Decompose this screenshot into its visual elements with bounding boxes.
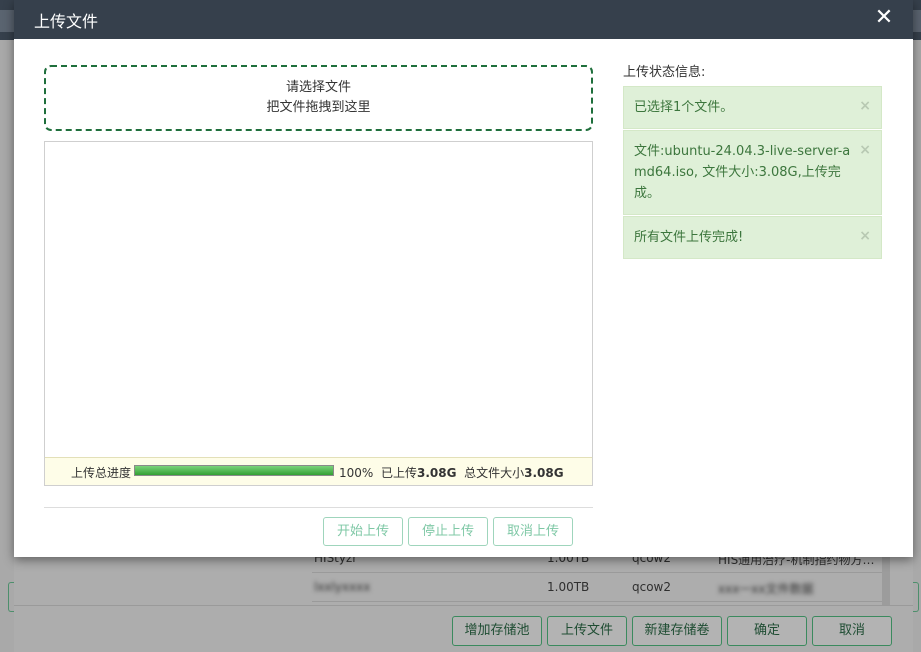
progress-percent: 100% [339,466,374,480]
progress-bar-fill [135,466,333,475]
status-message: 已选择1个文件。 × [623,86,882,129]
stop-upload-button[interactable]: 停止上传 [408,517,488,546]
background-right-tab [913,10,921,32]
status-text: 已选择1个文件。 [634,100,734,115]
total-size-value: 3.08G [524,466,564,480]
progress-info: 100% 已上传3.08G 总文件大小3.08G [339,464,564,481]
status-title: 上传状态信息: [623,65,706,80]
status-text: 文件:ubuntu-24.04.3-live-server-amd64.iso,… [634,144,851,201]
status-message-list: 已选择1个文件。 × 文件:ubuntu-24.04.3-live-server… [623,86,882,260]
row-name: lxxlyxxxx [314,580,371,594]
total-size-label: 总文件大小 [464,466,525,480]
drag-hint: 把文件拖拽到这里 [266,100,371,115]
upload-dialog: 上传文件 ✕ 请选择文件 把文件拖拽到这里 上传总进度 100% 已上传3.08… [14,0,913,557]
uploaded-value: 3.08G [416,466,457,480]
row-format: qcow2 [632,580,672,594]
dismiss-icon[interactable]: × [859,140,871,161]
start-upload-button[interactable]: 开始上传 [323,517,403,546]
uploaded-label: 已上传 [380,466,417,480]
status-message: 文件:ubuntu-24.04.3-live-server-amd64.iso,… [623,130,882,215]
progress-bar [134,465,334,476]
dialog-title: 上传文件 [34,12,99,31]
upload-file-button: 上传文件 [547,616,627,646]
dialog-divider [44,507,593,508]
background-edge-button-right [913,582,919,612]
close-icon[interactable]: ✕ [873,5,895,31]
total-progress-row: 上传总进度 100% 已上传3.08G 总文件大小3.08G [45,457,592,485]
progress-label: 上传总进度 [71,466,132,480]
status-text: 所有文件上传完成! [634,230,744,245]
dialog-header: 上传文件 ✕ [14,0,913,39]
table-row: lxxlyxxxx 1.00TB qcow2 xxx一xx文件数据 [312,574,882,602]
dismiss-icon[interactable]: × [859,226,871,247]
row-description: xxx一xx文件数据 [718,582,814,596]
background-left-tab [0,10,14,32]
upload-file-list: 上传总进度 100% 已上传3.08G 总文件大小3.08G [44,141,593,486]
cancel-upload-button[interactable]: 取消上传 [493,517,573,546]
add-pool-button: 增加存储池 [452,616,542,646]
background-cancel-button: 取消 [812,616,892,646]
row-size: 1.00TB [547,580,590,594]
dismiss-icon[interactable]: × [859,96,871,117]
status-message: 所有文件上传完成! × [623,216,882,259]
new-volume-button: 新建存储卷 [632,616,722,646]
file-dropzone[interactable]: 请选择文件 把文件拖拽到这里 [44,65,593,131]
confirm-button: 确定 [727,616,807,646]
select-file-link[interactable]: 请选择文件 [46,78,591,98]
